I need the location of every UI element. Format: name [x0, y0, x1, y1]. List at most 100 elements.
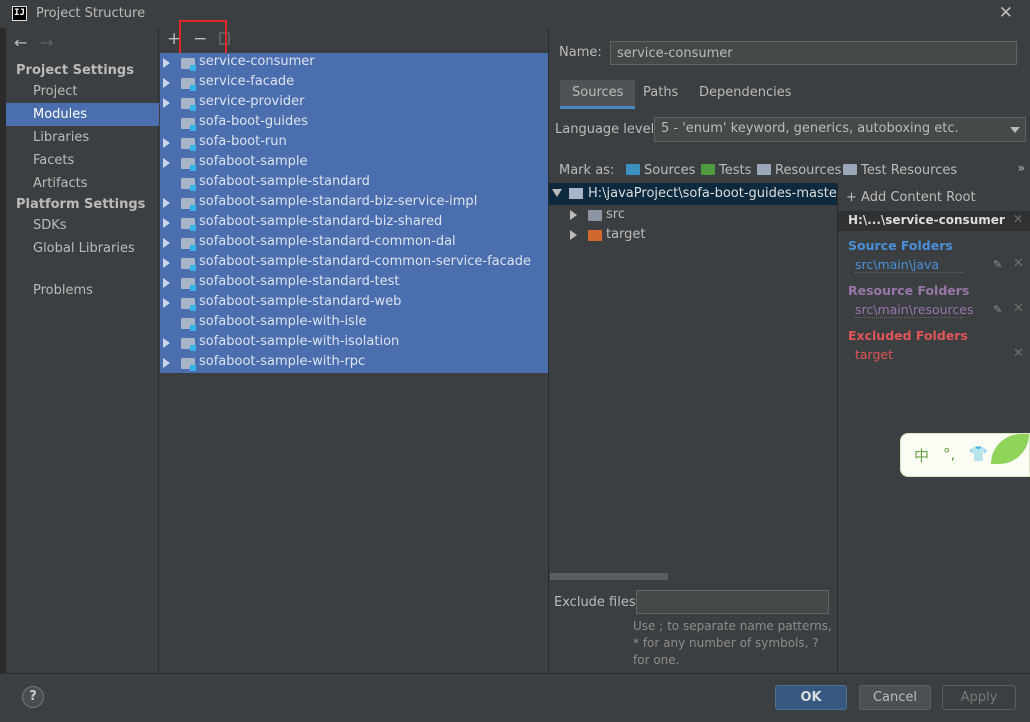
module-folder-icon: [181, 358, 196, 371]
expand-arrow-icon[interactable]: [163, 298, 170, 308]
folder-icon: [569, 188, 583, 199]
expand-arrow-icon[interactable]: [163, 238, 170, 248]
module-row[interactable]: sofaboot-sample-with-rpc: [160, 353, 548, 373]
module-folder-icon: [181, 238, 196, 251]
close-icon[interactable]: ✕: [999, 3, 1013, 23]
module-row[interactable]: sofa-boot-guides: [160, 113, 548, 133]
ime-language-char[interactable]: 中: [914, 445, 929, 466]
module-row[interactable]: sofaboot-sample-standard: [160, 173, 548, 193]
sidebar-item-artifacts[interactable]: Artifacts: [6, 172, 159, 195]
tab-sources[interactable]: Sources: [560, 80, 636, 109]
mark-as-sources[interactable]: Sources: [626, 163, 695, 178]
exclude-files-input[interactable]: [636, 590, 829, 614]
expand-arrow-icon[interactable]: [163, 98, 170, 108]
tree-node-target[interactable]: target: [549, 225, 837, 245]
remove-root-icon[interactable]: ✕: [1013, 212, 1023, 226]
tree-node-src[interactable]: src: [549, 205, 837, 225]
module-row[interactable]: sofa-boot-run: [160, 133, 548, 153]
expand-arrow-icon[interactable]: [163, 358, 170, 368]
mark-as-resources-label: Resources: [775, 163, 842, 178]
expand-arrow-icon[interactable]: [163, 258, 170, 268]
title-bar: IJ Project Structure ✕: [0, 0, 1030, 28]
module-name: sofaboot-sample-standard: [199, 174, 370, 189]
apply-button[interactable]: Apply: [942, 685, 1016, 710]
sidebar-item-project[interactable]: Project: [6, 80, 159, 103]
horizontal-scrollbar[interactable]: [550, 573, 668, 580]
tree-root-label: H:\javaProject\sofa-boot-guides-master\s…: [588, 186, 837, 201]
module-folder-icon: [181, 218, 196, 231]
sidebar-item-modules[interactable]: Modules: [6, 103, 159, 126]
forward-arrow-icon[interactable]: →: [40, 33, 53, 52]
source-folder-path: src\main\java: [855, 257, 963, 273]
expand-arrow-icon[interactable]: [163, 78, 170, 88]
more-icon[interactable]: »: [1018, 161, 1025, 175]
module-row[interactable]: sofaboot-sample: [160, 153, 548, 173]
back-arrow-icon[interactable]: ←: [14, 33, 27, 52]
expand-arrow-icon[interactable]: [163, 218, 170, 228]
language-level-select[interactable]: 5 - 'enum' keyword, generics, autoboxing…: [654, 117, 1026, 142]
content-root-path-label: H:\...\service-consumer: [848, 213, 1005, 227]
module-folder-icon: [181, 258, 196, 271]
module-name: service-facade: [199, 74, 295, 89]
sidebar-item-facets[interactable]: Facets: [6, 149, 159, 172]
mark-as-label: Mark as:: [559, 163, 615, 178]
module-row[interactable]: sofaboot-sample-standard-web: [160, 293, 548, 313]
nav-row: ← →: [6, 28, 159, 56]
mark-as-test-resources[interactable]: Test Resources: [843, 163, 957, 178]
exclude-files-label: Exclude files:: [554, 595, 641, 610]
module-folder-icon: [181, 118, 196, 131]
module-name: sofaboot-sample-standard-test: [199, 274, 400, 289]
module-row[interactable]: service-facade: [160, 73, 548, 93]
remove-folder-icon[interactable]: ✕: [1013, 301, 1024, 316]
tab-paths[interactable]: Paths: [631, 80, 690, 109]
sidebar-item-problems[interactable]: Problems: [6, 279, 159, 302]
section-project-settings: Project Settings: [16, 63, 134, 78]
edit-icon[interactable]: ✎: [993, 303, 1002, 316]
sidebar-item-sdks[interactable]: SDKs: [6, 214, 159, 237]
module-row[interactable]: sofaboot-sample-standard-test: [160, 273, 548, 293]
sidebar-item-libraries[interactable]: Libraries: [6, 126, 159, 149]
module-name: sofa-boot-run: [199, 134, 287, 149]
ime-toolbar[interactable]: 中 °, 👕: [900, 433, 1030, 477]
tab-dependencies[interactable]: Dependencies: [687, 80, 804, 109]
module-folder-icon: [181, 78, 196, 91]
ok-button[interactable]: OK: [775, 685, 847, 710]
tree-node-label: target: [606, 227, 646, 242]
expand-arrow-icon[interactable]: [163, 58, 170, 68]
module-row[interactable]: sofaboot-sample-standard-common-dal: [160, 233, 548, 253]
module-row[interactable]: sofaboot-sample-standard-biz-service-imp…: [160, 193, 548, 213]
ime-skin-icon[interactable]: 👕: [969, 445, 988, 463]
module-name: service-consumer: [199, 54, 315, 69]
mark-as-resources[interactable]: Resources: [757, 163, 841, 178]
help-icon[interactable]: ?: [22, 686, 44, 708]
excluded-folder-path: target: [855, 347, 894, 362]
add-content-root-button[interactable]: + Add Content Root: [846, 190, 976, 205]
expand-arrow-icon[interactable]: [163, 278, 170, 288]
remove-folder-icon[interactable]: ✕: [1013, 256, 1024, 271]
mark-as-tests[interactable]: Tests: [701, 163, 751, 178]
source-tree: H:\javaProject\sofa-boot-guides-master\s…: [549, 183, 837, 583]
edit-icon[interactable]: ✎: [993, 258, 1002, 271]
module-name: sofaboot-sample-with-rpc: [199, 354, 366, 369]
tree-root-node[interactable]: H:\javaProject\sofa-boot-guides-master\s…: [549, 183, 837, 205]
name-label: Name:: [559, 45, 602, 60]
module-name-field[interactable]: [610, 41, 1017, 65]
cancel-button[interactable]: Cancel: [859, 685, 931, 710]
module-row[interactable]: sofaboot-sample-with-isle: [160, 313, 548, 333]
expand-arrow-icon[interactable]: [163, 198, 170, 208]
module-row[interactable]: sofaboot-sample-standard-common-service-…: [160, 253, 548, 273]
sidebar-item-global-libraries[interactable]: Global Libraries: [6, 237, 159, 260]
module-row[interactable]: sofaboot-sample-standard-biz-shared: [160, 213, 548, 233]
module-row[interactable]: service-consumer: [160, 53, 548, 73]
module-folder-icon: [181, 298, 196, 311]
remove-folder-icon[interactable]: ✕: [1013, 346, 1024, 361]
ime-punctuation[interactable]: °,: [943, 445, 955, 463]
expand-arrow-icon[interactable]: [163, 138, 170, 148]
expand-arrow-icon[interactable]: [163, 338, 170, 348]
excluded-folders-heading: Excluded Folders: [848, 328, 968, 343]
module-row[interactable]: sofaboot-sample-with-isolation: [160, 333, 548, 353]
expand-arrow-icon[interactable]: [163, 158, 170, 168]
module-row[interactable]: service-provider: [160, 93, 548, 113]
resource-folders-heading: Resource Folders: [848, 283, 970, 298]
excluded-folder-icon: [588, 230, 602, 241]
